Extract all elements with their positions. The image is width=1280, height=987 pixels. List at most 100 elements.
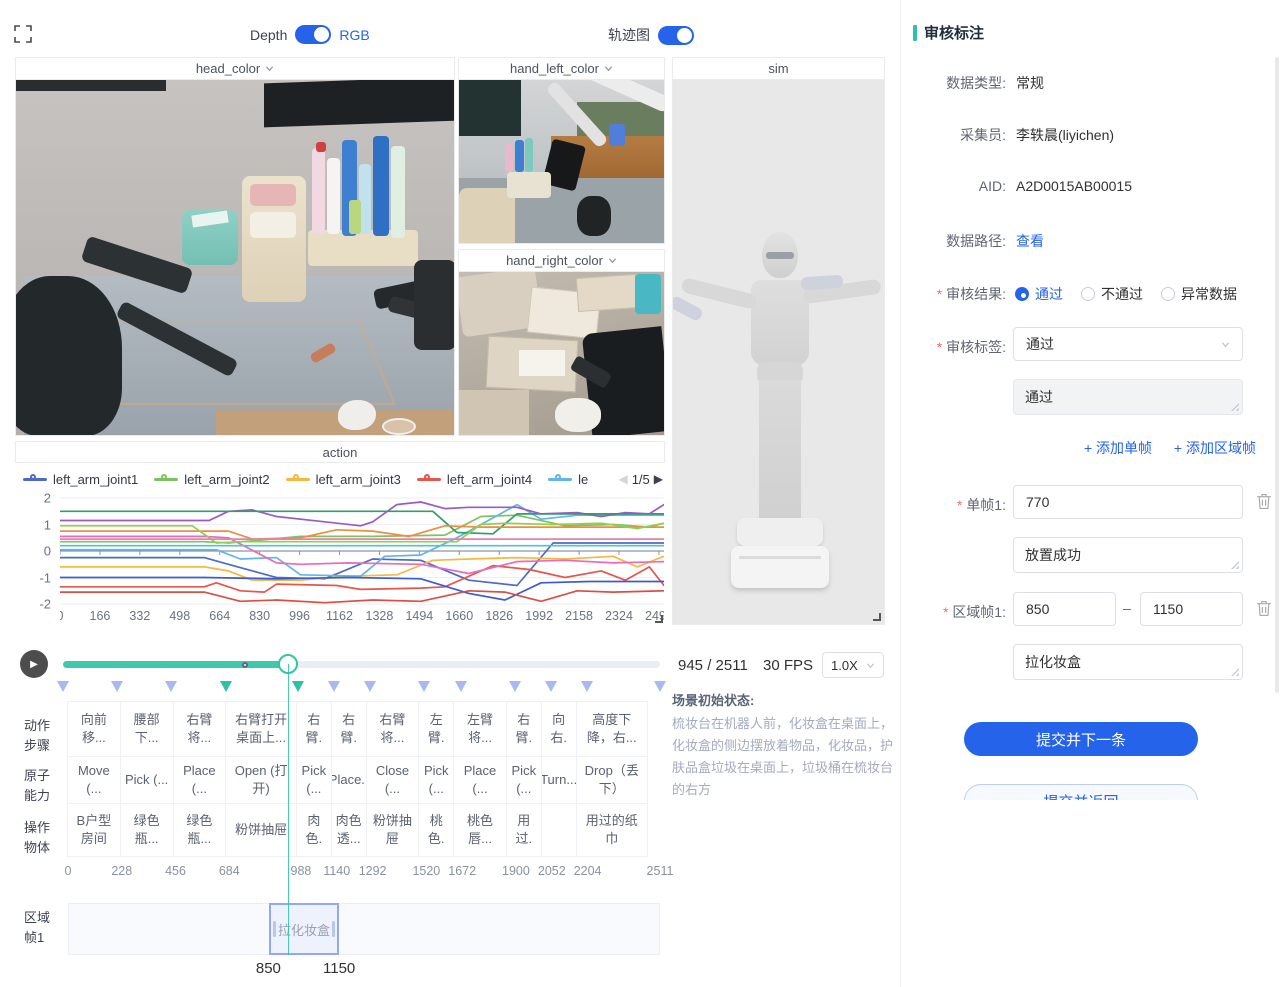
legend-next-icon[interactable]: ▶ bbox=[654, 472, 663, 486]
step-cell[interactable]: 右臂. bbox=[296, 701, 332, 757]
step-cell[interactable]: 高度下降，右... bbox=[576, 701, 648, 757]
step-cell[interactable]: 左臂. bbox=[418, 701, 454, 757]
review-tag-select[interactable]: 通过 bbox=[1013, 327, 1243, 361]
skill-cell[interactable]: Pick (... bbox=[120, 756, 174, 804]
segment-right-handle[interactable] bbox=[332, 921, 335, 937]
skill-cell[interactable]: Drop（丢下） bbox=[576, 756, 648, 804]
keyframe-marker[interactable] bbox=[57, 681, 69, 692]
step-cell[interactable]: 右臂打开桌面上... bbox=[225, 701, 297, 757]
speed-select[interactable]: 1.0X bbox=[822, 652, 884, 678]
region-frame-note[interactable]: 拉化妆盒 bbox=[1013, 644, 1243, 680]
resize-grip-icon[interactable] bbox=[1231, 561, 1239, 569]
panel-scrollbar[interactable] bbox=[1275, 57, 1279, 693]
resize-handle-icon[interactable] bbox=[655, 615, 663, 623]
step-cell[interactable]: 右臂. bbox=[506, 701, 542, 757]
object-cell[interactable]: 肉色透... bbox=[331, 803, 367, 857]
region-frame-track[interactable]: 拉化妆盒 bbox=[68, 903, 660, 955]
skill-cell[interactable]: Place (... bbox=[453, 756, 507, 804]
legend-item[interactable]: left_arm_joint2 bbox=[154, 472, 269, 487]
region-start-input[interactable]: 850 bbox=[1013, 592, 1116, 626]
legend-prev-icon[interactable]: ◀ bbox=[618, 472, 627, 486]
single-frame-note[interactable]: 放置成功 bbox=[1013, 537, 1243, 573]
legend-item[interactable]: left_arm_joint1 bbox=[23, 472, 138, 487]
legend-item[interactable]: left_arm_joint3 bbox=[286, 472, 401, 487]
trajectory-switch[interactable] bbox=[658, 26, 694, 45]
keyframe-marker[interactable] bbox=[328, 681, 340, 692]
play-button[interactable]: ▶ bbox=[20, 650, 48, 678]
radio-option[interactable]: 异常数据 bbox=[1161, 284, 1237, 304]
keyframe-marker[interactable] bbox=[165, 681, 177, 692]
skill-cell[interactable]: Move (... bbox=[67, 756, 121, 804]
object-cell[interactable]: 肉色. bbox=[296, 803, 332, 857]
keyframe-marker[interactable] bbox=[455, 681, 467, 692]
object-cell[interactable]: 绿色瓶... bbox=[120, 803, 174, 857]
resize-handle-icon[interactable] bbox=[873, 613, 881, 621]
add-region-frame-link[interactable]: + 添加区域帧 bbox=[1174, 440, 1256, 456]
fullscreen-icon[interactable] bbox=[14, 25, 32, 43]
progress-slider[interactable] bbox=[63, 661, 660, 668]
review-tag-note[interactable]: 通过 bbox=[1013, 379, 1243, 415]
object-cell[interactable]: 绿色瓶... bbox=[173, 803, 227, 857]
legend-item[interactable]: left_arm_joint4 bbox=[417, 472, 532, 487]
keyframe-marker[interactable] bbox=[418, 681, 430, 692]
step-cell[interactable]: 右臂将... bbox=[366, 701, 420, 757]
skill-cell[interactable]: Close (... bbox=[366, 756, 420, 804]
submit-next-button[interactable]: 提交并下一条 bbox=[964, 722, 1198, 756]
object-cell[interactable]: B户型房间 bbox=[67, 803, 121, 857]
keyframe-marker[interactable] bbox=[654, 681, 666, 692]
radio-circle-icon bbox=[1015, 287, 1029, 301]
keyframe-marker[interactable] bbox=[364, 681, 376, 692]
skill-cell[interactable]: Pick (... bbox=[296, 756, 332, 804]
skill-cell[interactable]: Place.. bbox=[331, 756, 367, 804]
object-cell[interactable]: 粉饼抽屉 bbox=[225, 803, 297, 857]
sim-view[interactable] bbox=[673, 80, 884, 624]
progress-thumb[interactable] bbox=[278, 654, 298, 674]
object-cell[interactable]: 用过的纸巾 bbox=[576, 803, 648, 857]
single-frame-input[interactable]: 770 bbox=[1013, 485, 1243, 519]
step-cell[interactable]: 右臂. bbox=[331, 701, 367, 757]
depth-rgb-switch[interactable] bbox=[295, 25, 331, 44]
submit-return-button[interactable]: 提交并返回 bbox=[964, 784, 1198, 800]
delete-region-frame-icon[interactable] bbox=[1256, 600, 1272, 617]
keyframe-marker[interactable] bbox=[545, 681, 557, 692]
hand-right-color-header[interactable]: hand_right_color bbox=[459, 250, 664, 272]
step-cell[interactable]: 腰部下... bbox=[120, 701, 174, 757]
step-cell[interactable]: 左臂将... bbox=[453, 701, 507, 757]
object-cell[interactable]: 桃色. bbox=[418, 803, 454, 857]
object-cell[interactable]: 用过. bbox=[506, 803, 542, 857]
object-cell[interactable] bbox=[541, 803, 577, 857]
hand-left-color-header[interactable]: hand_left_color bbox=[459, 58, 664, 80]
keyframe-dot[interactable] bbox=[242, 662, 248, 668]
skill-cell[interactable]: Turn... bbox=[541, 756, 577, 804]
resize-grip-icon[interactable] bbox=[1231, 403, 1239, 411]
data-path-link[interactable]: 查看 bbox=[1016, 231, 1044, 251]
skill-cell[interactable]: Pick (... bbox=[506, 756, 542, 804]
radio-option[interactable]: 不通过 bbox=[1081, 284, 1143, 304]
radio-selected[interactable]: 通过 bbox=[1015, 284, 1063, 304]
segment-left-handle[interactable] bbox=[273, 921, 276, 937]
region-start-label: 850 bbox=[256, 960, 281, 977]
object-cell[interactable]: 桃色唇... bbox=[453, 803, 507, 857]
skill-cell[interactable]: Place (... bbox=[173, 756, 227, 804]
step-cell[interactable]: 右臂将... bbox=[173, 701, 227, 757]
sim-title: sim bbox=[768, 61, 788, 76]
keyframe-marker[interactable] bbox=[220, 681, 232, 692]
skill-cell[interactable]: Pick (... bbox=[418, 756, 454, 804]
object-cell[interactable]: 粉饼抽屉 bbox=[366, 803, 420, 857]
resize-grip-icon[interactable] bbox=[1231, 668, 1239, 676]
keyframe-marker[interactable] bbox=[581, 681, 593, 692]
skill-cell[interactable]: Open (打开) bbox=[225, 756, 297, 804]
keyframe-marker[interactable] bbox=[111, 681, 123, 692]
step-cell[interactable]: 向右. bbox=[541, 701, 577, 757]
delete-single-frame-icon[interactable] bbox=[1256, 493, 1272, 510]
legend-item[interactable]: le bbox=[548, 472, 588, 487]
step-cell[interactable]: 向前移... bbox=[67, 701, 121, 757]
region-segment[interactable]: 拉化妆盒 bbox=[269, 903, 339, 955]
add-single-frame-link[interactable]: + 添加单帧 bbox=[1084, 440, 1152, 456]
robot-torso bbox=[751, 280, 809, 366]
head-color-header[interactable]: head_color bbox=[16, 58, 454, 80]
keyframe-marker[interactable] bbox=[509, 681, 521, 692]
region-end-input[interactable]: 1150 bbox=[1140, 592, 1243, 626]
keyframe-marker[interactable] bbox=[292, 681, 304, 692]
chart-plot-area[interactable] bbox=[60, 491, 664, 611]
